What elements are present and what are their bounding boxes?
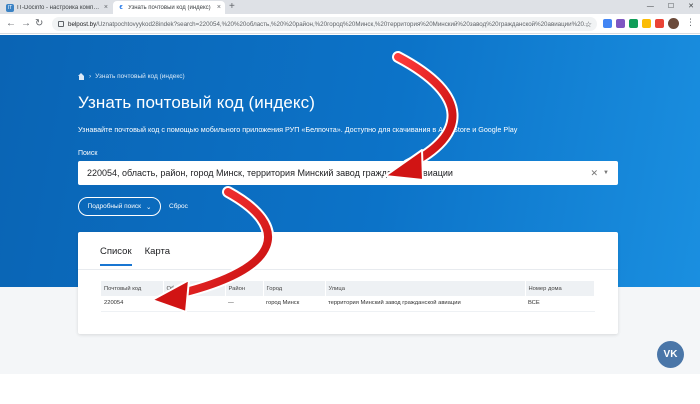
search-field[interactable]: ✕ ▼ xyxy=(78,161,618,185)
search-label: Поиск xyxy=(78,150,98,157)
close-tab-icon[interactable]: × xyxy=(104,4,108,11)
cell-street: территория Минский завод гражданской ави… xyxy=(325,296,525,312)
page-title: Узнать почтовый код (индекс) xyxy=(78,93,315,112)
cell-region xyxy=(163,296,225,312)
page-footer-area xyxy=(0,374,700,404)
column-header-region[interactable]: Область xyxy=(163,281,226,296)
browser-menu-icon[interactable]: ⋮ xyxy=(686,17,695,28)
reset-link[interactable]: Сброс xyxy=(169,203,188,210)
bookmark-star-icon[interactable]: ☆ xyxy=(585,20,592,29)
cell-postal-code: 220054 xyxy=(101,296,163,312)
tab-title: Узнать почтовый код (индекс) xyxy=(128,4,211,11)
drive-extension-icon[interactable] xyxy=(642,19,651,28)
chevron-down-icon: ⌄ xyxy=(146,203,152,211)
belpost-favicon-icon: ϵ xyxy=(119,4,123,11)
advanced-search-label: Подробный поиск xyxy=(87,203,141,210)
breadcrumb-separator-icon: › xyxy=(89,73,92,80)
column-header-house-number[interactable]: Номер дома xyxy=(525,281,595,296)
profile-avatar[interactable] xyxy=(668,18,679,29)
extension-icon[interactable] xyxy=(616,19,625,28)
forward-icon[interactable]: → xyxy=(21,18,31,30)
reload-icon[interactable]: ↻ xyxy=(35,18,43,30)
column-header-city[interactable]: Город xyxy=(263,281,326,296)
close-tab-icon[interactable]: × xyxy=(217,4,221,11)
tab-title: IT-Docinfo - настройка компь... xyxy=(17,4,101,11)
browser-tab-bar: IT IT-Docinfo - настройка компь... × ϵ У… xyxy=(0,0,700,14)
table-header-row: Почтовый код Область Район Город Улица Н… xyxy=(101,281,595,296)
lock-icon xyxy=(58,21,64,27)
table-row[interactable]: 220054 — город Минск территория Минский … xyxy=(101,296,595,312)
breadcrumb: › Узнать почтовый код (индекс) xyxy=(78,73,185,80)
vk-icon: VK xyxy=(663,349,678,360)
address-bar[interactable]: belpost.by /Uznatpochtovyykod28indek?sea… xyxy=(52,17,597,31)
browser-tab-belpost[interactable]: ϵ Узнать почтовый код (индекс) × xyxy=(113,1,225,14)
url-path: /Uznatpochtovyykod28indek?search=220054,… xyxy=(96,20,590,28)
column-header-district[interactable]: Район xyxy=(225,281,264,296)
translate-extension-icon[interactable] xyxy=(603,19,612,28)
clear-search-icon[interactable]: ✕ xyxy=(591,168,599,179)
back-icon[interactable]: ← xyxy=(6,18,16,30)
search-input[interactable] xyxy=(87,168,587,178)
maximize-button[interactable]: ☐ xyxy=(668,0,674,13)
extension-icon[interactable] xyxy=(629,19,638,28)
results-table: Почтовый код Область Район Город Улица Н… xyxy=(101,281,595,312)
minimize-button[interactable]: — xyxy=(647,0,654,13)
results-tabs: Список Карта xyxy=(100,246,170,266)
window-controls: — ☐ ✕ xyxy=(647,0,694,13)
tab-list[interactable]: Список xyxy=(100,246,132,266)
vk-share-button[interactable]: VK xyxy=(657,341,684,368)
extension-icon[interactable] xyxy=(655,19,664,28)
column-header-street[interactable]: Улица xyxy=(325,281,526,296)
new-tab-button[interactable]: + xyxy=(229,1,235,13)
tabs-divider xyxy=(78,269,618,270)
cell-district: — xyxy=(225,296,263,312)
url-host: belpost.by xyxy=(68,20,97,28)
column-header-postal-code[interactable]: Почтовый код xyxy=(101,281,164,296)
advanced-search-button[interactable]: Подробный поиск ⌄ xyxy=(78,197,161,216)
browser-tab-itdocinfo[interactable]: IT IT-Docinfo - настройка компь... × xyxy=(2,1,112,14)
tab-map[interactable]: Карта xyxy=(145,246,170,266)
results-card: Список Карта Почтовый код Область Район … xyxy=(78,232,618,334)
page-subtitle: Узнавайте почтовый код с помощью мобильн… xyxy=(78,125,518,134)
home-icon[interactable] xyxy=(78,73,85,80)
dropdown-caret-icon[interactable]: ▼ xyxy=(603,170,609,176)
close-window-button[interactable]: ✕ xyxy=(688,0,694,13)
itdocinfo-favicon-icon: IT xyxy=(6,3,14,12)
cell-city: город Минск xyxy=(263,296,325,312)
browser-toolbar: ← → ↻ belpost.by /Uznatpochtovyykod28ind… xyxy=(0,14,700,34)
breadcrumb-current: Узнать почтовый код (индекс) xyxy=(95,73,185,80)
cell-house-number: ВСЕ xyxy=(525,296,595,312)
